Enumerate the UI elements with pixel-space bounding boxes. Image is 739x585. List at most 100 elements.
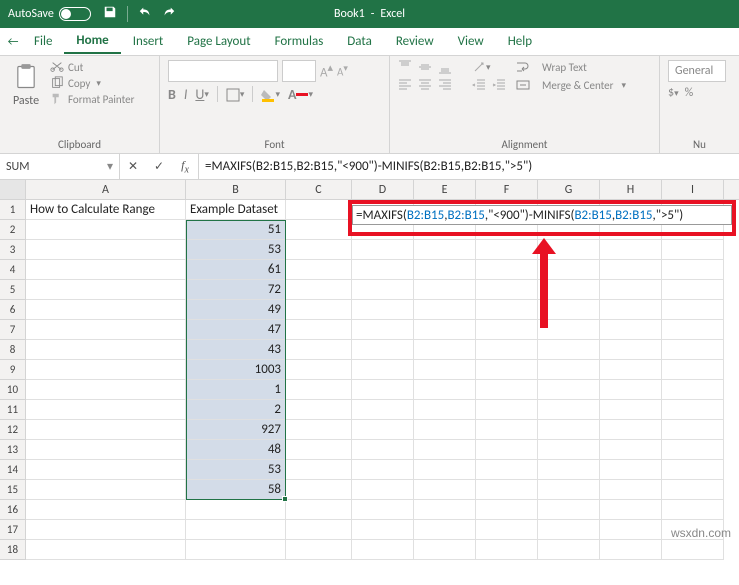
col-header[interactable]: I [662,180,724,199]
cell[interactable]: 43 [186,340,286,360]
cell[interactable] [286,460,352,480]
cell[interactable] [286,360,352,380]
increase-font-icon[interactable]: A▴ [320,61,333,80]
cell[interactable] [662,340,724,360]
cell[interactable] [26,400,186,420]
cell[interactable]: 927 [186,420,286,440]
cell[interactable] [600,520,662,540]
col-header[interactable]: G [538,180,600,199]
formula-input[interactable]: =MAXIFS(B2:B15,B2:B15,"<900")-MINIFS(B2:… [199,154,739,179]
cell[interactable]: 49 [186,300,286,320]
row-header[interactable]: 3 [0,240,26,260]
cell[interactable]: 1 [186,380,286,400]
cell[interactable] [600,540,662,560]
row-header[interactable]: 12 [0,420,26,440]
cell[interactable] [662,380,724,400]
tab-review[interactable]: Review [384,30,446,53]
cell[interactable] [538,400,600,420]
cell[interactable] [414,420,476,440]
autosave-toggle-icon[interactable] [59,7,91,21]
cell[interactable] [286,300,352,320]
cell[interactable] [476,420,538,440]
cell[interactable] [476,460,538,480]
save-icon[interactable] [103,5,117,23]
cell[interactable]: 58 [186,480,286,500]
cell[interactable] [352,400,414,420]
cell[interactable] [352,300,414,320]
row-header[interactable]: 13 [0,440,26,460]
cell[interactable] [600,440,662,460]
percent-icon[interactable]: % [685,86,694,100]
cell[interactable] [414,320,476,340]
cell[interactable] [352,260,414,280]
cell[interactable]: 47 [186,320,286,340]
row-header[interactable]: 1 [0,200,26,220]
underline-button[interactable]: U▾ [195,86,209,103]
row-header[interactable]: 5 [0,280,26,300]
tab-insert[interactable]: Insert [121,30,176,53]
cell[interactable]: How to Calculate Range [26,200,186,220]
cell[interactable] [414,260,476,280]
row-header[interactable]: 2 [0,220,26,240]
cell[interactable] [600,380,662,400]
chevron-down-icon[interactable]: ▾ [107,159,113,174]
row-header[interactable]: 11 [0,400,26,420]
cell[interactable]: Example Dataset [186,200,286,220]
cell[interactable] [286,440,352,460]
cell[interactable] [352,540,414,560]
cell[interactable] [352,340,414,360]
cell[interactable] [26,480,186,500]
increase-indent-icon[interactable] [492,78,506,92]
cell[interactable] [600,320,662,340]
cell[interactable] [186,520,286,540]
cell[interactable] [286,320,352,340]
align-middle-icon[interactable] [418,60,432,74]
cell[interactable] [414,380,476,400]
back-arrow-icon[interactable]: ← [4,35,22,49]
cell[interactable] [26,540,186,560]
cell[interactable] [600,420,662,440]
tab-view[interactable]: View [446,30,496,53]
cell[interactable] [414,340,476,360]
cell[interactable]: 51 [186,220,286,240]
wrap-text-button[interactable]: Wrap Text [516,60,626,74]
cell[interactable] [186,500,286,520]
tab-page-layout[interactable]: Page Layout [175,30,262,53]
cell[interactable] [352,480,414,500]
cell[interactable] [662,400,724,420]
cell[interactable]: 1003 [186,360,286,380]
cell[interactable] [26,320,186,340]
cell[interactable] [414,540,476,560]
cell[interactable] [600,460,662,480]
cell[interactable] [538,420,600,440]
cell[interactable] [662,480,724,500]
cell[interactable] [352,420,414,440]
cell[interactable] [286,380,352,400]
cell[interactable] [286,260,352,280]
cell[interactable] [286,240,352,260]
font-size-select[interactable] [282,60,316,82]
cell[interactable] [662,460,724,480]
cell[interactable] [476,480,538,500]
col-header[interactable]: F [476,180,538,199]
select-all-corner[interactable] [0,180,26,199]
row-header[interactable]: 14 [0,460,26,480]
cell[interactable] [538,340,600,360]
cell[interactable] [286,400,352,420]
cell[interactable] [26,440,186,460]
cell[interactable] [476,400,538,420]
cell[interactable] [352,280,414,300]
cell[interactable]: 48 [186,440,286,460]
cell[interactable] [414,480,476,500]
col-header[interactable]: H [600,180,662,199]
cell[interactable] [476,300,538,320]
cell[interactable] [352,320,414,340]
active-cell-editor[interactable]: =MAXIFS(B2:B15,B2:B15,"<900")-MINIFS(B2:… [352,205,732,225]
tab-formulas[interactable]: Formulas [263,30,336,53]
cell[interactable] [662,420,724,440]
cell[interactable]: 53 [186,460,286,480]
row-header[interactable]: 7 [0,320,26,340]
row-header[interactable]: 16 [0,500,26,520]
cell[interactable] [476,260,538,280]
cell[interactable] [476,360,538,380]
